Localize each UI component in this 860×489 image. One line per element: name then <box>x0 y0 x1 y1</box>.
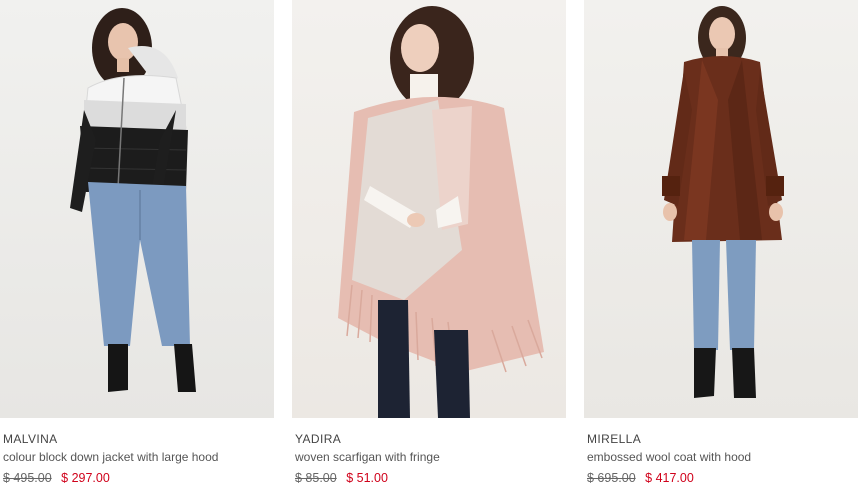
model-photo <box>662 6 784 398</box>
product-description[interactable]: colour block down jacket with large hood <box>3 450 218 464</box>
product-name[interactable]: MALVINA <box>3 432 58 446</box>
original-price: $ 695.00 <box>587 471 636 485</box>
sale-price: $ 417.00 <box>645 471 694 485</box>
product-description[interactable]: embossed wool coat with hood <box>587 450 751 464</box>
original-price: $ 85.00 <box>295 471 337 485</box>
sale-price: $ 51.00 <box>346 471 388 485</box>
original-price: $ 495.00 <box>3 471 52 485</box>
product-name[interactable]: YADIRA <box>295 432 341 446</box>
model-photo <box>338 6 544 418</box>
product-card[interactable]: MIRELLA embossed wool coat with hood $ 6… <box>584 0 860 489</box>
product-grid: MALVINA colour block down jacket with la… <box>0 0 860 489</box>
product-description[interactable]: woven scarfigan with fringe <box>295 450 440 464</box>
sale-price: $ 297.00 <box>61 471 110 485</box>
product-card[interactable]: MALVINA colour block down jacket with la… <box>0 0 281 489</box>
product-image[interactable] <box>292 0 566 418</box>
product-image[interactable] <box>0 0 274 418</box>
product-prices: $ 695.00 $ 417.00 <box>587 471 694 485</box>
product-image[interactable] <box>584 0 858 418</box>
product-prices: $ 495.00 $ 297.00 <box>3 471 110 485</box>
product-name[interactable]: MIRELLA <box>587 432 641 446</box>
model-photo <box>70 8 196 392</box>
product-card[interactable]: YADIRA woven scarfigan with fringe $ 85.… <box>292 0 573 489</box>
product-prices: $ 85.00 $ 51.00 <box>295 471 388 485</box>
